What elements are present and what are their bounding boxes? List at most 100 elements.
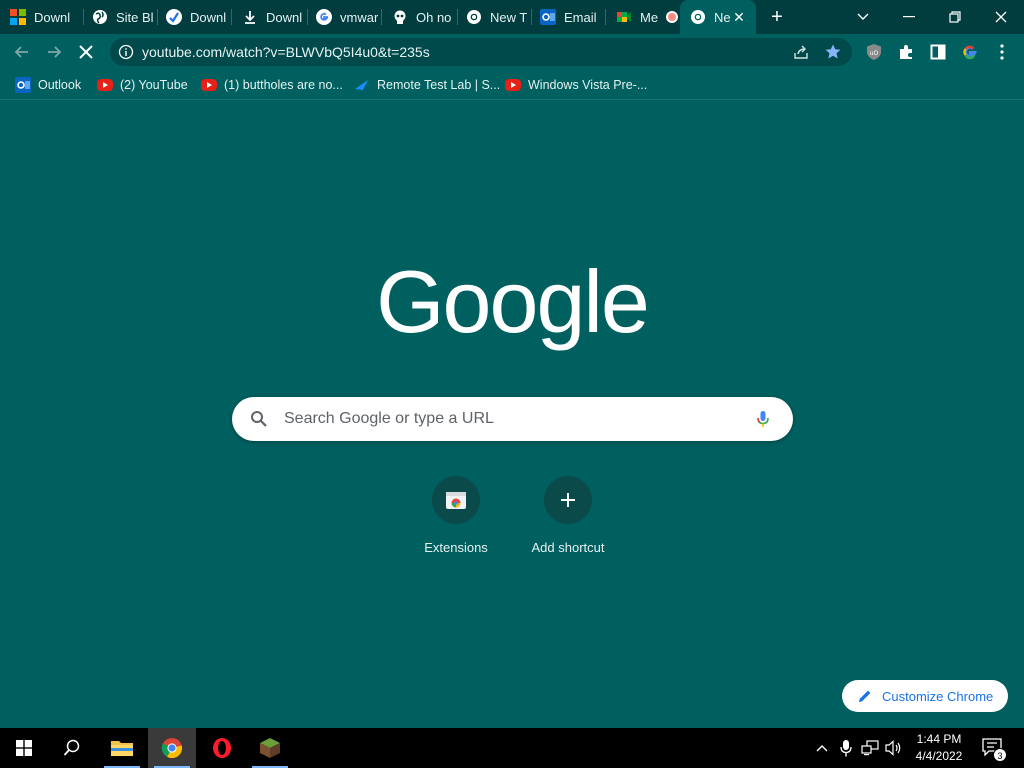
network-icon[interactable] [860,738,880,758]
svg-text:uO: uO [870,50,879,57]
address-bar[interactable]: youtube.com/watch?v=BLWVbQ5I4u0&t=235s [110,38,852,66]
tab-7[interactable]: New T [456,0,532,34]
minimize-button[interactable] [886,0,932,34]
extensions-puzzle-icon[interactable] [896,42,916,62]
tab-label: Oh no [416,9,452,25]
microsoft-logo-icon [10,9,26,25]
tab-3[interactable]: Downl [156,0,232,34]
kebab-menu-icon[interactable] [992,42,1012,62]
bookmark-remote-test-lab[interactable]: Remote Test Lab | S... [354,76,500,94]
tab-label: Me [640,9,659,25]
bookmarks-bar: Outlook (2) YouTube (1) buttholes are no… [0,70,1024,100]
search-box[interactable]: Search Google or type a URL [232,397,793,441]
tab-label: Downl [190,9,227,25]
restore-button[interactable] [932,0,978,34]
shortcut-label: Extensions [424,540,488,555]
recording-indicator-icon [666,11,679,23]
shortcut-add[interactable]: Add shortcut [512,474,624,555]
file-explorer-icon[interactable] [98,728,146,768]
tab-label: Downl [34,9,71,25]
outlook-icon [540,9,556,25]
notification-count-badge: 3 [993,748,1007,762]
chrome-icon [466,9,482,25]
tab-label: Ne [714,9,731,25]
stop-loading-button[interactable] [73,39,99,65]
bookmark-label: Outlook [38,78,82,92]
tab-search-chevron-icon[interactable] [840,0,886,34]
youtube-icon [505,77,521,93]
checkmark-circle-icon [166,9,182,25]
bookmark-label: (2) YouTube [120,78,188,92]
start-button[interactable] [0,728,48,768]
globe-icon [92,9,108,25]
search-placeholder: Search Google or type a URL [284,410,494,427]
new-tab-button[interactable]: + [764,5,790,29]
youtube-icon [97,77,113,93]
tab-8[interactable]: Email [530,0,606,34]
tab-strip: Downl Site Bl Downl Downl vmwar Oh no Ne… [0,0,1024,34]
tab-10-active[interactable]: Ne ✕ [680,0,756,34]
tab-label: Site Bl [116,9,154,25]
chevron-up-icon[interactable] [812,738,832,758]
customize-label: Customize Chrome [882,688,994,704]
google-logo-text: Google [376,258,648,351]
shortcut-label: Add shortcut [531,540,605,555]
opera-icon[interactable] [198,728,246,768]
search-taskbar-icon[interactable] [48,728,96,768]
share-icon[interactable] [792,43,810,61]
address-text: youtube.com/watch?v=BLWVbQ5I4u0&t=235s [142,44,430,60]
forward-button[interactable] [41,39,67,65]
site-info-icon[interactable] [118,44,134,60]
skull-icon [392,9,408,25]
bookmark-windows-vista[interactable]: Windows Vista Pre-... [505,76,647,94]
bookmark-label: Remote Test Lab | S... [377,78,501,92]
tab-9[interactable]: Me [606,0,680,34]
shortcut-extensions[interactable]: Extensions [400,474,512,555]
tab-label: Email [564,9,597,25]
youtube-icon [201,77,217,93]
screen: Downl Site Bl Downl Downl vmwar Oh no Ne… [0,0,1024,768]
chrome-taskbar-icon[interactable] [148,728,196,768]
bookmark-outlook[interactable]: Outlook [15,76,81,94]
tab-label: vmwar [340,9,379,25]
outlook-icon [15,77,31,93]
tab-1[interactable]: Downl [0,0,84,34]
google-g-icon [316,9,332,25]
customize-chrome-button[interactable]: Customize Chrome [842,680,1008,712]
search-icon [250,410,268,428]
back-button[interactable] [9,39,35,65]
google-logo: Google [372,252,652,358]
browser-toolbar: youtube.com/watch?v=BLWVbQ5I4u0&t=235s u… [0,34,1024,70]
plus-icon [544,476,592,524]
bookmark-label: (1) buttholes are no... [224,78,343,92]
bookmark-star-icon[interactable] [824,43,842,61]
remote-lab-icon [354,77,370,93]
tab-2[interactable]: Site Bl [82,0,158,34]
bookmark-youtube[interactable]: (2) YouTube [97,76,188,94]
tab-label: Downl [266,9,303,25]
microphone-tray-icon[interactable] [836,738,856,758]
clock[interactable]: 1:44 PM 4/4/2022 [906,731,972,765]
tab-4[interactable]: Downl [232,0,308,34]
minecraft-icon[interactable] [246,728,294,768]
pencil-icon [858,689,872,703]
tab-6[interactable]: Oh no [382,0,458,34]
side-panel-icon[interactable] [928,42,948,62]
tab-label: New T [490,9,528,25]
volume-icon[interactable] [884,738,904,758]
close-window-button[interactable] [978,0,1024,34]
download-icon [242,9,258,25]
profile-google-icon[interactable] [960,42,980,62]
windows-taskbar: 1:44 PM 4/4/2022 3 [0,728,1024,768]
tab-5[interactable]: vmwar [306,0,382,34]
microphone-icon[interactable] [753,409,773,429]
chrome-icon [690,9,706,25]
clock-date: 4/4/2022 [915,749,963,763]
close-tab-icon[interactable]: ✕ [730,8,748,26]
ublock-origin-icon[interactable]: uO [864,42,884,62]
meet-icon [616,9,632,25]
bookmark-youtube-2[interactable]: (1) buttholes are no... [201,76,343,94]
extensions-store-icon [432,476,480,524]
clock-time: 1:44 PM [916,732,962,746]
bookmark-label: Windows Vista Pre-... [528,78,648,92]
